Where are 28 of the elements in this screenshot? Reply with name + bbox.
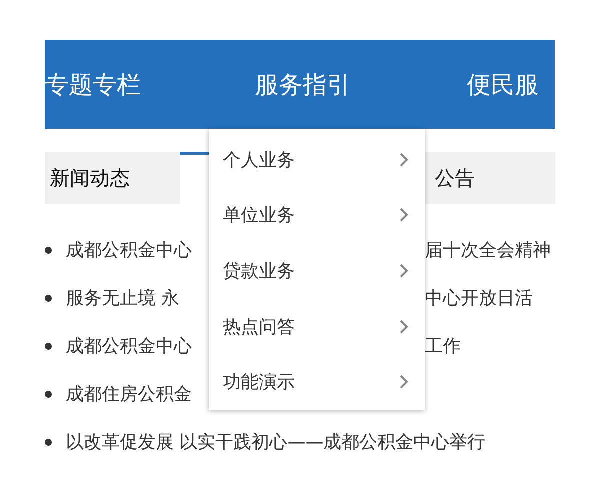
menu-item[interactable]: 个人业务: [209, 132, 425, 188]
menu-item[interactable]: 贷款业务: [209, 243, 425, 299]
bullet-icon: [45, 390, 52, 398]
menu-item[interactable]: 功能演示: [209, 354, 425, 410]
news-link[interactable]: 服务无止境 永: [66, 286, 209, 310]
news-link[interactable]: 工作: [425, 334, 461, 358]
tab[interactable]: 新闻动态: [45, 152, 180, 204]
news-link[interactable]: 届十次全会精神: [425, 238, 551, 262]
chevron-right-icon: [399, 318, 409, 335]
bullet-icon: [45, 246, 52, 254]
news-link[interactable]: 成都公积金中心: [66, 238, 209, 262]
nav-item[interactable]: 专题专栏: [45, 68, 255, 100]
chevron-right-icon: [399, 262, 409, 279]
news-link[interactable]: 成都住房公积金: [66, 382, 209, 406]
menu-item[interactable]: 单位业务: [209, 188, 425, 244]
nav-item[interactable]: 便民服: [467, 68, 539, 100]
tab[interactable]: 公告: [425, 152, 555, 204]
news-link[interactable]: 成都公积金中心: [66, 334, 209, 358]
bullet-icon: [45, 438, 52, 446]
bullet-icon: [45, 294, 52, 302]
bullet-icon: [45, 342, 52, 350]
menu-item[interactable]: 热点问答: [209, 298, 425, 354]
chevron-right-icon: [399, 374, 409, 390]
nav-item[interactable]: 服务指引: [255, 68, 467, 100]
chevron-right-icon: [399, 152, 409, 168]
chevron-right-icon: [399, 207, 409, 224]
news-link[interactable]: 以改革促发展 以实干践初心——成都公积金中心举行: [66, 430, 486, 454]
news-link[interactable]: 中心开放日活: [425, 286, 533, 310]
